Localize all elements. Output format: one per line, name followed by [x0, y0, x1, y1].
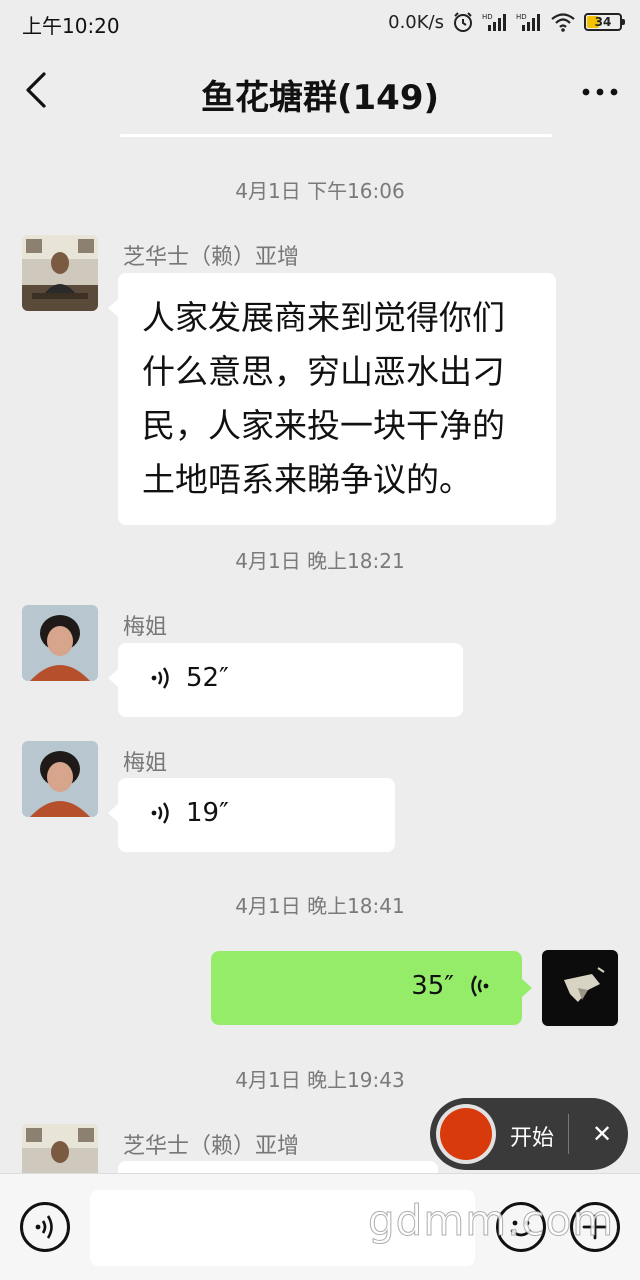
sender-name: 芝华士（赖）亚增 [123, 245, 300, 270]
status-bar: 上午10:20 0.0K/s HD HD 34 [0, 0, 640, 46]
message-timestamp: 4月1日 晚上19:43 [235, 1068, 405, 1092]
voice-wave-icon [151, 667, 169, 689]
avatar[interactable] [22, 605, 98, 681]
voice-wave-icon [471, 975, 489, 997]
message-timestamp: 4月1日 下午16:06 [235, 179, 405, 203]
recorder-close-button[interactable]: ✕ [580, 1110, 624, 1158]
avatar[interactable] [22, 235, 98, 311]
record-start-label[interactable]: 开始 [510, 1120, 554, 1152]
hd-signal-icon: HD [516, 11, 542, 33]
voice-input-button[interactable] [20, 1202, 70, 1252]
chat-title: 鱼花塘群(149) [200, 78, 440, 118]
watermark: gdmm.com [367, 1196, 615, 1246]
text-message-bubble[interactable] [118, 1161, 438, 1173]
voice-duration: 52″ [186, 663, 229, 693]
avatar[interactable] [22, 1124, 98, 1173]
sender-name: 梅姐 [123, 751, 168, 776]
network-speed: 0.0K/s [388, 11, 444, 33]
self-avatar[interactable] [542, 950, 618, 1026]
status-icons: 0.0K/s HD HD 34 [388, 9, 625, 35]
voice-message-bubble-self[interactable]: 35″ [211, 951, 532, 1025]
status-time: 上午10:20 [22, 14, 120, 38]
message-timestamp: 4月1日 晚上18:21 [235, 549, 405, 573]
svg-text:HD: HD [516, 13, 527, 21]
voice-message-bubble[interactable]: 19″ [108, 778, 395, 852]
voice-input-icon [35, 1215, 53, 1239]
recorder-divider [568, 1114, 569, 1154]
text-message-bubble[interactable]: 人家发展商来到觉得你们什么意思，穷山恶水出刁民，人家来投一块干净的土地唔系来睇争… [108, 273, 556, 525]
chat-header: 鱼花塘群(149) [0, 46, 640, 136]
battery-level: 34 [594, 15, 612, 29]
more-dots-icon [582, 88, 618, 96]
alarm-icon [452, 11, 474, 33]
sender-name: 梅姐 [123, 615, 168, 640]
avatar[interactable] [22, 741, 98, 817]
wifi-icon [550, 11, 576, 33]
voice-duration: 19″ [186, 798, 229, 828]
svg-text:HD: HD [482, 13, 493, 21]
record-button[interactable] [436, 1104, 496, 1164]
hd-signal-icon: HD [482, 11, 508, 33]
more-button[interactable] [580, 72, 620, 112]
message-timestamp: 4月1日 晚上18:41 [235, 894, 405, 918]
floating-recorder: 开始 ✕ [430, 1098, 628, 1170]
voice-message-bubble[interactable]: 52″ [108, 643, 463, 717]
voice-wave-icon [151, 802, 169, 824]
record-icon [440, 1108, 492, 1160]
message-text: 人家发展商来到觉得你们什么意思，穷山恶水出刁民，人家来投一块干净的土地唔系来睇争… [142, 298, 505, 499]
sender-name: 芝华士（赖）亚增 [123, 1134, 300, 1159]
battery-icon: 34 [584, 13, 625, 31]
voice-duration: 35″ [411, 971, 454, 1001]
chat-message-list[interactable]: 4月1日 下午16:06 芝华士（赖）亚增 人家发展商来到觉得你们什么意思，穷山… [0, 137, 640, 1173]
